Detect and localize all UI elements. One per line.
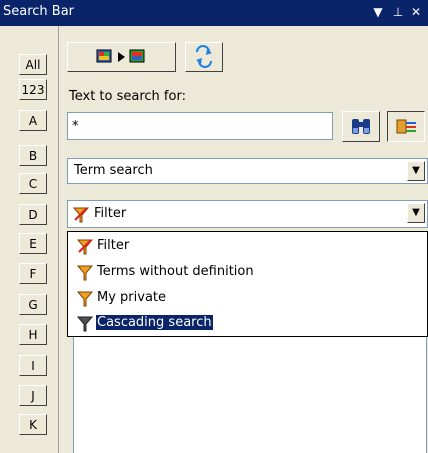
close-icon[interactable]: ✕ xyxy=(408,4,424,20)
my-private-option[interactable]: My private xyxy=(70,286,425,310)
filter-select[interactable]: Filter ▼ xyxy=(67,200,428,228)
filter-funnel-icon xyxy=(76,239,94,255)
letter-button-f[interactable]: F xyxy=(19,263,47,284)
find-button[interactable] xyxy=(342,111,380,142)
transfer-button[interactable] xyxy=(67,42,176,72)
letter-button-123[interactable]: 123 xyxy=(19,79,47,100)
search-options-icon xyxy=(396,119,416,134)
letter-button-b[interactable]: B xyxy=(19,145,47,166)
option-label: Filter xyxy=(97,238,130,253)
search-label: Text to search for: xyxy=(69,89,186,104)
letter-button-e[interactable]: E xyxy=(19,233,47,254)
option-label: Terms without definition xyxy=(97,264,254,279)
filter-funnel-icon xyxy=(72,207,90,223)
chevron-down-icon[interactable]: ▼ xyxy=(407,161,425,181)
filter-dropdown-list: Filter Terms without definition My priva… xyxy=(67,231,428,337)
column-divider xyxy=(58,26,59,453)
funnel-orange-icon xyxy=(76,265,94,281)
dropdown-arrow-icon[interactable]: ▼ xyxy=(370,4,386,20)
letter-button-g[interactable]: G xyxy=(19,294,47,315)
binoculars-icon xyxy=(352,119,370,134)
letter-button-d[interactable]: D xyxy=(19,204,47,225)
results-list[interactable] xyxy=(73,337,427,453)
letter-button-i[interactable]: I xyxy=(19,355,47,376)
title-bar: Search Bar ▼ ⊥ ✕ xyxy=(0,0,428,26)
transfer-icon xyxy=(96,49,145,63)
search-type-select[interactable]: Term search ▼ xyxy=(67,158,428,184)
filter-value: Filter xyxy=(94,206,127,221)
funnel-orange-icon xyxy=(76,291,94,307)
filter-option[interactable]: Filter xyxy=(70,234,425,258)
funnel-gray-icon xyxy=(76,316,94,332)
search-bar-panel: Search Bar ▼ ⊥ ✕ All 123 A B C D E F G H… xyxy=(0,0,428,453)
search-type-value: Term search xyxy=(74,163,153,178)
chevron-down-icon[interactable]: ▼ xyxy=(407,203,425,223)
letter-button-k[interactable]: K xyxy=(19,414,47,435)
terms-without-definition-option[interactable]: Terms without definition xyxy=(70,260,425,284)
search-input[interactable] xyxy=(67,112,333,140)
cascading-search-option[interactable]: Cascading search xyxy=(70,311,425,335)
swap-button[interactable] xyxy=(185,42,223,72)
option-label: My private xyxy=(97,290,167,305)
letter-index: All 123 A B C D E F G H I J K xyxy=(0,26,64,453)
letter-button-a[interactable]: A xyxy=(19,110,47,131)
letter-button-c[interactable]: C xyxy=(19,173,47,194)
pin-icon[interactable]: ⊥ xyxy=(390,4,406,20)
letter-button-h[interactable]: H xyxy=(19,324,47,345)
swap-arrows-icon xyxy=(196,45,212,68)
options-toggle-button[interactable] xyxy=(387,111,425,142)
window-title: Search Bar xyxy=(3,4,75,19)
letter-button-all[interactable]: All xyxy=(19,54,47,75)
letter-button-j[interactable]: J xyxy=(19,385,47,406)
option-label: Cascading search xyxy=(95,314,214,331)
